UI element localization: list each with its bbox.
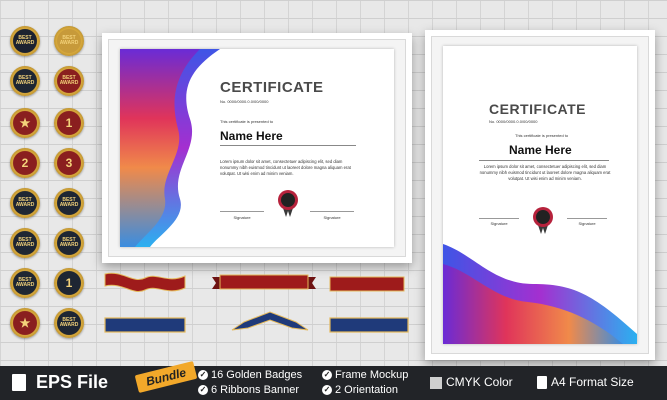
name-underline xyxy=(220,145,356,146)
best-award-badge-icon: BEST AWARD xyxy=(54,26,84,56)
number-medal-icon: 1 xyxy=(54,268,84,298)
badge-label: BEST AWARD xyxy=(59,35,79,46)
feature-frame: ✓ Frame Mockup xyxy=(322,369,409,381)
badge-label: BEST AWARD xyxy=(59,75,79,86)
feature-badges: ✓ 16 Golden Badges xyxy=(198,369,303,381)
cmyk-label: CMYK Color xyxy=(430,375,513,389)
best-award-seal-icon xyxy=(278,190,298,217)
bundle-tag: Bundle xyxy=(134,361,198,393)
ribbon-banner-6 xyxy=(329,317,409,333)
badge-label: BEST AWARD xyxy=(15,197,35,208)
ribbon-banner-3 xyxy=(329,276,405,292)
number-medal-icon: 3 xyxy=(54,148,84,178)
portrait-frame: CERTIFICATE No. 0000/0000.0.0/00/0000 Th… xyxy=(425,30,655,360)
badge-label: BEST AWARD xyxy=(59,197,79,208)
badge-label: 3 xyxy=(65,156,73,170)
landscape-certificate: CERTIFICATE No. 0000/0000.0.0/00/0000 Th… xyxy=(120,49,394,247)
badge-label: BEST AWARD xyxy=(15,75,35,86)
certificate-title: CERTIFICATE xyxy=(489,101,587,117)
signature-line-right xyxy=(567,218,607,219)
signature-right: Signature xyxy=(323,215,341,220)
star-medal-icon: ★ xyxy=(10,308,40,338)
best-award-badge-icon: BEST AWARD xyxy=(10,188,40,218)
signature-line-left xyxy=(479,218,519,219)
product-preview: BEST AWARD BEST AWARD BEST AWARD BEST AWARD… xyxy=(0,0,667,400)
certificate-number: No. 0000/0000.0.0/00/0000 xyxy=(220,99,269,104)
check-icon: ✓ xyxy=(322,370,332,381)
certificate-name: Name Here xyxy=(220,129,283,143)
file-format-label: EPS File xyxy=(36,372,109,392)
badge-label: BEST AWARD xyxy=(59,237,79,248)
feature-orientation: ✓ 2 Orientation xyxy=(322,384,398,396)
signature-left: Signature xyxy=(233,215,251,220)
portrait-wave-decoration xyxy=(443,244,637,344)
best-award-badge-icon: BEST AWARD xyxy=(54,228,84,258)
best-award-badge-icon: BEST AWARD xyxy=(10,66,40,96)
badge-label: BEST AWARD xyxy=(15,237,35,248)
a4-label: A4 Format Size xyxy=(537,375,634,390)
badge-collection: BEST AWARD BEST AWARD BEST AWARD BEST AWARD… xyxy=(8,26,100,346)
ribbon-banner-1 xyxy=(104,272,186,292)
eps-file-icon xyxy=(12,374,26,391)
landscape-wave-decoration xyxy=(120,49,220,247)
badge-label: ★ xyxy=(19,116,31,130)
signature-line-left xyxy=(220,211,264,212)
badge-label: 1 xyxy=(65,116,73,130)
number-medal-icon: 2 xyxy=(10,148,40,178)
certificate-presented-text: This certificate is presented to xyxy=(515,133,569,138)
best-award-badge-icon: BEST AWARD xyxy=(54,188,84,218)
star-medal-icon: ★ xyxy=(10,108,40,138)
ribbon-banner-4 xyxy=(104,317,186,333)
feature-bar: EPS File Bundle ✓ 16 Golden Badges ✓ Frame… xyxy=(0,361,667,400)
badge-label: BEST AWARD xyxy=(59,317,79,328)
ribbon-banner-2 xyxy=(212,274,316,290)
best-award-badge-icon: BEST AWARD xyxy=(10,228,40,258)
badge-label: 2 xyxy=(21,156,29,170)
badge-label: 1 xyxy=(65,276,73,290)
certificate-body-text: Lorem ipsum dolor sit amet, consectetuer… xyxy=(220,159,351,176)
best-award-badge-icon: BEST AWARD xyxy=(54,66,84,96)
certificate-name: Name Here xyxy=(509,143,572,157)
check-icon: ✓ xyxy=(322,385,332,396)
portrait-certificate: CERTIFICATE No. 0000/0000.0.0/00/0000 Th… xyxy=(443,46,637,344)
number-medal-icon: 1 xyxy=(54,108,84,138)
best-award-badge-icon: BEST AWARD xyxy=(54,308,84,338)
feature-ribbons: ✓ 6 Ribbons Banner xyxy=(198,384,300,396)
best-award-badge-icon: BEST AWARD xyxy=(10,26,40,56)
best-award-badge-icon: BEST AWARD xyxy=(10,268,40,298)
name-underline xyxy=(479,160,609,161)
certificate-number: No. 0000/0000.0.0/00/0000 xyxy=(489,119,538,124)
certificate-presented-text: This certificate is presented to xyxy=(220,119,274,124)
certificate-body-text: Lorem ipsum dolor sit amet, consectetuer… xyxy=(479,164,611,181)
badge-label: ★ xyxy=(19,316,31,330)
badge-label: BEST AWARD xyxy=(15,277,35,288)
check-icon: ✓ xyxy=(198,385,208,396)
landscape-frame: CERTIFICATE No. 0000/0000.0.0/00/0000 Th… xyxy=(102,33,412,263)
badge-label: BEST AWARD xyxy=(15,35,35,46)
ribbon-banner-5 xyxy=(231,311,309,331)
check-icon: ✓ xyxy=(198,370,208,381)
certificate-title: CERTIFICATE xyxy=(220,79,324,96)
document-icon xyxy=(537,376,547,390)
signature-line-right xyxy=(310,211,354,212)
cmyk-icon xyxy=(430,376,442,389)
